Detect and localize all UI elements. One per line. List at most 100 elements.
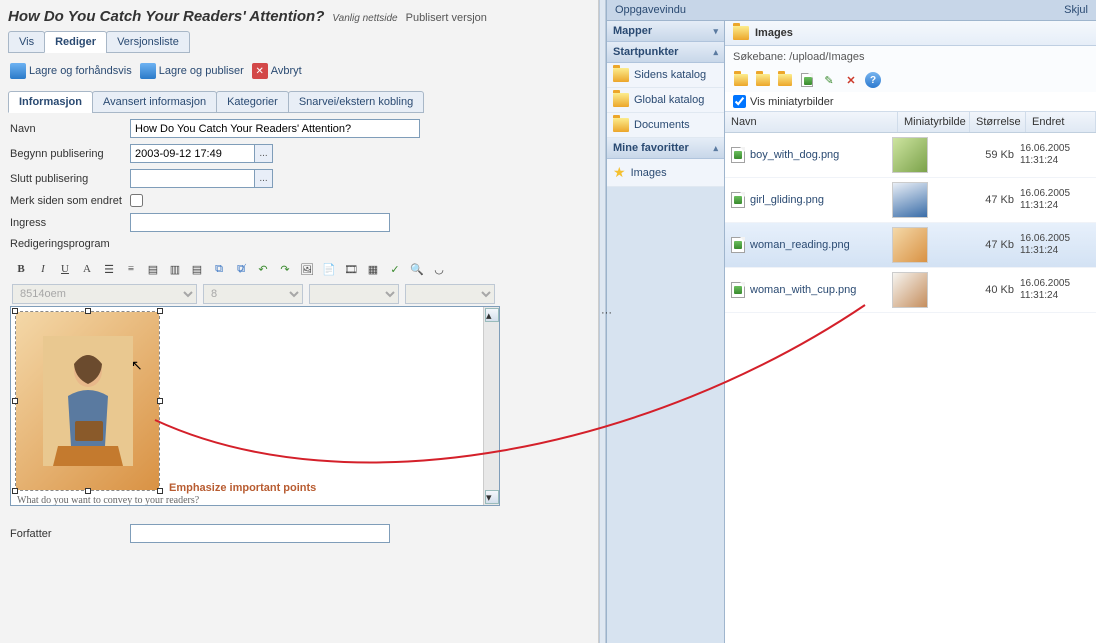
italic-button[interactable]: I — [34, 260, 52, 278]
file-row[interactable]: woman_reading.png47 Kb16.06.200511:31:24 — [725, 223, 1096, 268]
delete-button[interactable]: ✕ — [843, 72, 859, 88]
end-publish-input[interactable] — [130, 169, 255, 188]
folders-header-mapper[interactable]: Mapper ▾ — [607, 21, 724, 42]
start-publish-picker[interactable]: ... — [254, 144, 273, 163]
editor-label: Redigeringsprogram — [10, 238, 130, 250]
cursor-icon: ↖ — [131, 357, 143, 374]
insert-table-button[interactable]: ▦ — [364, 260, 382, 278]
help-button[interactable]: ? — [865, 72, 881, 88]
new-folder-button[interactable] — [777, 72, 793, 88]
mark-changed-label: Merk siden som endret — [10, 195, 130, 207]
font-button[interactable]: A — [78, 260, 96, 278]
format-select[interactable] — [405, 284, 495, 304]
insert-image-button[interactable]: 🖼 — [298, 260, 316, 278]
folder-documents[interactable]: Documents — [607, 113, 724, 138]
open-folder-button[interactable] — [755, 72, 771, 88]
file-size: 47 Kb — [964, 194, 1020, 206]
col-header-thumb[interactable]: Miniatyrbilde — [898, 112, 970, 132]
task-panel: Oppgavevindu Skjul Mapper ▾ Startpunkter… — [606, 0, 1096, 643]
scroll-up-button[interactable]: ▴ — [485, 308, 499, 322]
image-file-icon — [731, 237, 745, 253]
cancel-button[interactable]: ✕ Avbryt — [250, 61, 304, 81]
name-label: Navn — [10, 123, 130, 135]
bullet-list-button[interactable]: ≡ — [122, 260, 140, 278]
style-select[interactable] — [309, 284, 399, 304]
underline-button[interactable]: U — [56, 260, 74, 278]
subtab-advanced[interactable]: Avansert informasjon — [92, 91, 217, 113]
bold-button[interactable]: B — [12, 260, 30, 278]
folders-header-favorites-label: Mine favoritter — [613, 142, 689, 154]
subtab-info[interactable]: Informasjon — [8, 91, 93, 113]
task-panel-hide-button[interactable]: Skjul — [1064, 4, 1088, 16]
col-header-name[interactable]: Navn — [725, 112, 898, 132]
folder-site-catalog[interactable]: Sidens katalog — [607, 63, 724, 88]
redo-button[interactable]: ↷ — [276, 260, 294, 278]
file-size: 47 Kb — [964, 239, 1020, 251]
font-size-select[interactable]: 8 — [203, 284, 303, 304]
name-input[interactable] — [130, 119, 420, 138]
editor-panel: How Do You Catch Your Readers' Attention… — [0, 0, 599, 643]
folder-global-catalog[interactable]: Global katalog — [607, 88, 724, 113]
insert-media-button[interactable]: 🎞 — [342, 260, 360, 278]
tab-versions[interactable]: Versjonsliste — [106, 31, 190, 53]
col-header-size[interactable]: Størrelse — [970, 112, 1026, 132]
subtab-categories[interactable]: Kategorier — [216, 91, 289, 113]
file-name: boy_with_dog.png — [750, 149, 839, 161]
scroll-down-button[interactable]: ▾ — [485, 490, 499, 504]
folder-site-catalog-label: Sidens katalog — [634, 69, 706, 81]
folders-header-start[interactable]: Startpunkter ▴ — [607, 42, 724, 63]
folder-up-button[interactable] — [733, 72, 749, 88]
new-file-button[interactable] — [799, 72, 815, 88]
file-row[interactable]: woman_with_cup.png40 Kb16.06.200511:31:2… — [725, 268, 1096, 313]
end-publish-label: Slutt publisering — [10, 173, 130, 185]
align-center-button[interactable]: ▥ — [166, 260, 184, 278]
align-right-button[interactable]: ▤ — [188, 260, 206, 278]
file-thumbnail — [892, 227, 928, 263]
file-row[interactable]: girl_gliding.png47 Kb16.06.200511:31:24 — [725, 178, 1096, 223]
folder-icon — [733, 26, 749, 40]
save-preview-button[interactable]: Lagre og forhåndsvis — [8, 61, 134, 81]
mark-changed-checkbox[interactable] — [130, 194, 143, 207]
file-row[interactable]: boy_with_dog.png59 Kb16.06.200511:31:24 — [725, 133, 1096, 178]
col-header-date[interactable]: Endret — [1026, 112, 1096, 132]
undo-button[interactable]: ↶ — [254, 260, 272, 278]
font-family-select[interactable]: 8514oem — [12, 284, 197, 304]
unlink-button[interactable]: ⧉̸ — [232, 260, 250, 278]
spellcheck-button[interactable]: ✓ — [386, 260, 404, 278]
richtext-toolbar: B I U A ☰ ≡ ▤ ▥ ▤ ⧉ ⧉̸ ↶ ↷ 🖼 📄 🎞 ▦ ✓ 🔍 ◡ — [10, 256, 588, 282]
end-publish-picker[interactable]: ... — [254, 169, 273, 188]
tab-view[interactable]: Vis — [8, 31, 45, 53]
folder-new-icon — [778, 74, 792, 86]
favorite-images-label: Images — [631, 167, 667, 179]
folders-header-favorites[interactable]: Mine favoritter ▴ — [607, 138, 724, 159]
images-header-label: Images — [755, 27, 793, 39]
page-type-label: Vanlig nettside — [332, 13, 397, 24]
richtext-editor[interactable]: ↖ Emphasize important points What do you… — [10, 306, 500, 506]
show-thumbs-checkbox[interactable] — [733, 95, 746, 108]
image-file-icon — [731, 282, 745, 298]
subtab-shortcut[interactable]: Snarvei/ekstern kobling — [288, 91, 424, 113]
tab-edit[interactable]: Rediger — [44, 31, 107, 53]
start-publish-input[interactable] — [130, 144, 255, 163]
file-name: girl_gliding.png — [750, 194, 824, 206]
find-button[interactable]: 🔍 — [408, 260, 426, 278]
favorite-images[interactable]: ★ Images — [607, 159, 724, 187]
folder-icon — [613, 93, 629, 107]
save-publish-button[interactable]: Lagre og publiser — [138, 61, 246, 81]
ingress-input[interactable] — [130, 213, 390, 232]
editor-scrollbar[interactable]: ▴ ▾ — [483, 307, 499, 505]
editor-image-selection[interactable] — [15, 311, 160, 491]
numbered-list-button[interactable]: ☰ — [100, 260, 118, 278]
images-toolbar: ✎ ✕ ? — [725, 68, 1096, 92]
file-thumbnail — [892, 182, 928, 218]
author-input[interactable] — [130, 524, 390, 543]
editor-body-text: What do you want to convey to your reade… — [17, 495, 199, 506]
insert-file-button[interactable]: 📄 — [320, 260, 338, 278]
align-left-button[interactable]: ▤ — [144, 260, 162, 278]
edit-button[interactable]: ✎ — [821, 72, 837, 88]
special-char-button[interactable]: ◡ — [430, 260, 448, 278]
panel-splitter[interactable]: ··· — [599, 0, 606, 643]
link-button[interactable]: ⧉ — [210, 260, 228, 278]
folder-icon — [613, 118, 629, 132]
folders-header-mapper-label: Mapper — [613, 25, 652, 37]
